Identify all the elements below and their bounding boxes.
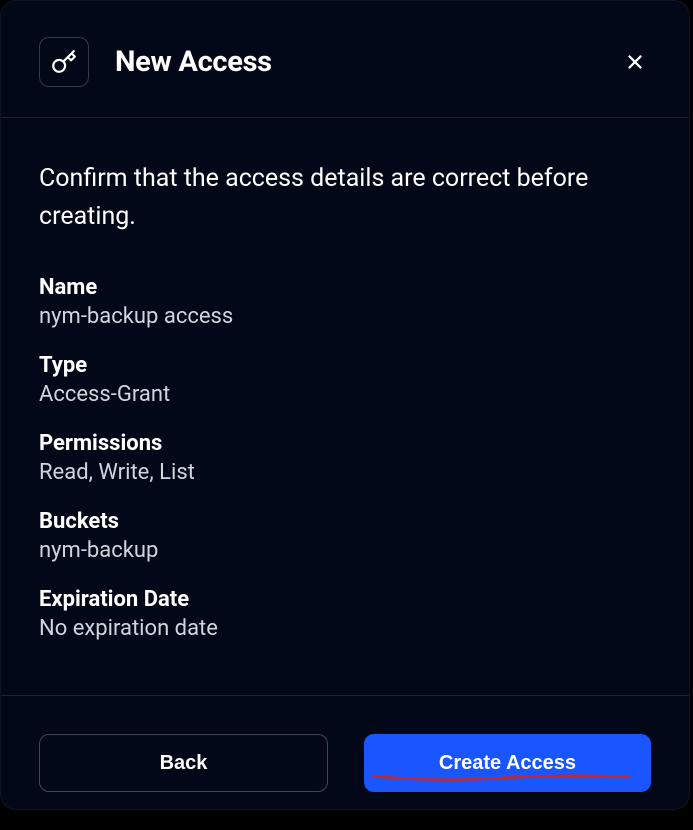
- detail-label-buckets: Buckets: [39, 509, 651, 534]
- modal-header: New Access: [1, 1, 689, 118]
- detail-expiration: Expiration Date No expiration date: [39, 587, 651, 641]
- key-icon-container: [39, 37, 89, 87]
- header-left: New Access: [39, 37, 272, 87]
- detail-buckets: Buckets nym-backup: [39, 509, 651, 563]
- detail-label-expiration: Expiration Date: [39, 587, 651, 612]
- back-button[interactable]: Back: [39, 734, 328, 792]
- detail-type: Type Access-Grant: [39, 353, 651, 407]
- modal-footer: Back Create Access: [1, 695, 689, 830]
- detail-value-expiration: No expiration date: [39, 616, 651, 641]
- detail-value-type: Access-Grant: [39, 382, 651, 407]
- confirm-text: Confirm that the access details are corr…: [39, 160, 651, 235]
- close-button[interactable]: [619, 46, 651, 78]
- detail-label-name: Name: [39, 275, 651, 300]
- modal-title: New Access: [115, 45, 272, 79]
- key-icon: [51, 49, 77, 75]
- detail-permissions: Permissions Read, Write, List: [39, 431, 651, 485]
- new-access-modal: New Access Confirm that the access detai…: [0, 0, 690, 810]
- modal-body: Confirm that the access details are corr…: [1, 118, 689, 695]
- close-icon: [624, 51, 646, 73]
- detail-label-permissions: Permissions: [39, 431, 651, 456]
- detail-name: Name nym-backup access: [39, 275, 651, 329]
- detail-label-type: Type: [39, 353, 651, 378]
- detail-value-buckets: nym-backup: [39, 538, 651, 563]
- create-access-button[interactable]: Create Access: [364, 734, 651, 792]
- detail-value-permissions: Read, Write, List: [39, 460, 651, 485]
- detail-value-name: nym-backup access: [39, 304, 651, 329]
